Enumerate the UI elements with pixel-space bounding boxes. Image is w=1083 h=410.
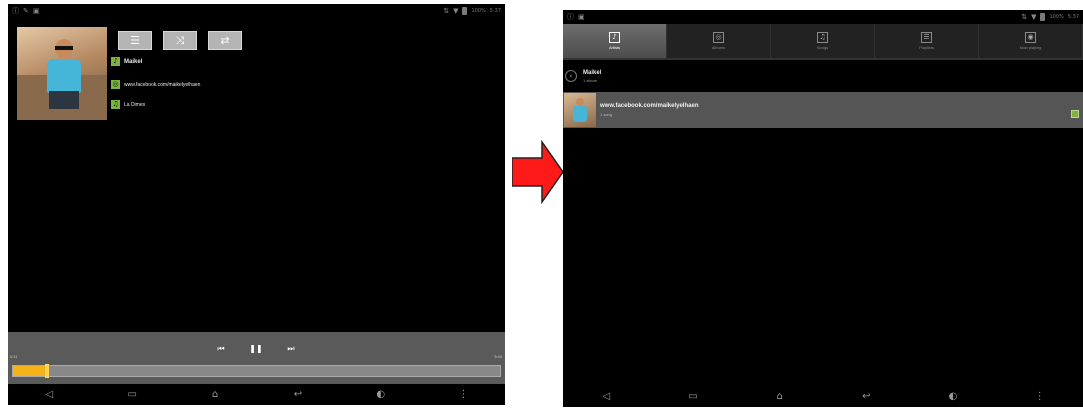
album-thumbnail <box>564 93 596 127</box>
list-item[interactable]: www.facebook.com/maikelyelhaen 1 song <box>563 92 1083 128</box>
image-icon: ▣ <box>32 6 40 15</box>
track-row[interactable]: ♫ La Dimes <box>111 100 145 109</box>
artist-header[interactable]: ‹ Maikel 1 album <box>563 62 1083 90</box>
tab-songs[interactable]: ♫ Songs <box>771 24 875 58</box>
clock: 5:37 <box>489 7 501 14</box>
queue-button[interactable]: ☰ <box>118 31 152 50</box>
volume-down-icon[interactable]: ◁ <box>595 391 617 402</box>
seek-bar-progress <box>13 366 48 376</box>
playback-bar: ⏮ ❚❚ ⏭ 0:11 3:44 <box>8 332 505 384</box>
artist-row[interactable]: ♪ Maikel <box>111 57 142 66</box>
current-time: 0:11 <box>10 354 18 359</box>
library-screen: ⓘ ▣ ⇅ ▼ 100% 5:37 ♪ Artists ◎ Albums ♫ S… <box>563 10 1083 407</box>
tab-artists[interactable]: ♪ Artists <box>563 24 667 58</box>
album-count: 1 album <box>583 77 598 83</box>
track-name: La Dimes <box>124 101 146 108</box>
wifi-icon: ▼ <box>1031 13 1037 21</box>
status-bar: ⓘ ✎ ▣ ⇅ ▼ 100% 5:37 <box>8 4 505 17</box>
back-icon[interactable]: ↩ <box>287 389 309 400</box>
repeat-button[interactable]: ⇄ <box>208 31 242 50</box>
data-icon: ⇅ <box>1021 13 1028 21</box>
tab-label: Playlists <box>919 45 934 50</box>
albums-icon: ◎ <box>713 32 724 43</box>
artists-icon: ♪ <box>609 32 620 43</box>
track-icon: ♫ <box>111 100 120 109</box>
album-title: www.facebook.com/maikelyelhaen <box>600 103 699 109</box>
songs-icon: ♫ <box>817 32 828 43</box>
battery-icon <box>1040 13 1046 21</box>
back-icon[interactable]: ↩ <box>855 391 877 402</box>
queue-icon: ☰ <box>130 34 140 47</box>
data-icon: ⇅ <box>443 6 450 15</box>
shuffle-icon: ⤨ <box>175 33 185 47</box>
overflow-menu-icon[interactable]: ⋮ <box>453 389 475 400</box>
album-name: www.facebook.com/maikelyelhaen <box>124 81 201 88</box>
playlists-icon: ☰ <box>921 32 932 43</box>
next-button[interactable]: ⏭ <box>284 342 298 356</box>
tab-label: Now playing <box>1019 45 1042 50</box>
now-playing-icon: ◉ <box>1025 32 1036 43</box>
next-icon: ⏭ <box>287 344 295 353</box>
pause-button[interactable]: ❚❚ <box>249 342 263 356</box>
repeat-icon: ⇄ <box>220 34 230 47</box>
collapse-icon: ‹ <box>565 70 577 82</box>
recent-apps-icon[interactable]: ▭ <box>682 391 704 402</box>
pause-icon: ❚❚ <box>249 344 263 353</box>
volume-up-icon[interactable]: ◐ <box>942 391 964 402</box>
library-tabs: ♪ Artists ◎ Albums ♫ Songs ☰ Playlists ◉… <box>563 24 1083 60</box>
clock: 5:37 <box>1067 14 1079 20</box>
right-arrow-icon <box>512 140 564 204</box>
artist-name: Maikel <box>583 69 602 76</box>
home-icon[interactable]: ⌂ <box>204 389 226 400</box>
artist-name: Maikel <box>124 58 143 65</box>
volume-down-icon[interactable]: ◁ <box>38 389 60 400</box>
battery-percent: 100% <box>1049 14 1064 20</box>
wifi-icon: ▼ <box>453 6 459 15</box>
previous-button[interactable]: ⏮ <box>214 342 228 356</box>
tab-label: Albums <box>711 45 726 50</box>
total-time: 3:44 <box>494 354 502 359</box>
album-art <box>17 27 107 120</box>
system-nav-bar: ◁ ▭ ⌂ ↩ ◐ ⋮ <box>8 383 505 405</box>
tab-label: Artists <box>608 45 621 50</box>
battery-icon <box>462 6 468 15</box>
tab-label: Songs <box>816 45 829 50</box>
tab-playlists[interactable]: ☰ Playlists <box>875 24 979 58</box>
info-icon: ⓘ <box>567 13 574 21</box>
overflow-menu-icon[interactable]: ⋮ <box>1029 391 1051 402</box>
now-playing-screen: ⓘ ✎ ▣ ⇅ ▼ 100% 5:37 ☰ ⤨ ⇄ ♪ Maikel ◎ www… <box>8 4 505 405</box>
recent-apps-icon[interactable]: ▭ <box>121 389 143 400</box>
album-row[interactable]: ◎ www.facebook.com/maikelyelhaen <box>111 80 200 89</box>
artist-icon: ♪ <box>111 57 120 66</box>
battery-percent: 100% <box>471 7 486 14</box>
tab-now-playing[interactable]: ◉ Now playing <box>979 24 1083 58</box>
seek-bar[interactable] <box>12 364 501 378</box>
edit-icon: ✎ <box>23 6 29 15</box>
album-icon: ◎ <box>111 80 120 89</box>
shuffle-button[interactable]: ⤨ <box>163 31 197 50</box>
home-icon[interactable]: ⌂ <box>769 391 791 402</box>
song-count: 1 song <box>600 112 613 117</box>
info-icon: ⓘ <box>12 6 19 15</box>
previous-icon: ⏮ <box>217 344 225 353</box>
system-nav-bar: ◁ ▭ ⌂ ↩ ◐ ⋮ <box>563 385 1083 407</box>
now-playing-indicator-icon <box>1071 110 1079 118</box>
seek-bar-thumb[interactable] <box>45 364 50 378</box>
tab-albums[interactable]: ◎ Albums <box>667 24 771 58</box>
volume-up-icon[interactable]: ◐ <box>370 389 392 400</box>
image-icon: ▣ <box>578 13 585 21</box>
status-bar: ⓘ ▣ ⇅ ▼ 100% 5:37 <box>563 10 1083 24</box>
